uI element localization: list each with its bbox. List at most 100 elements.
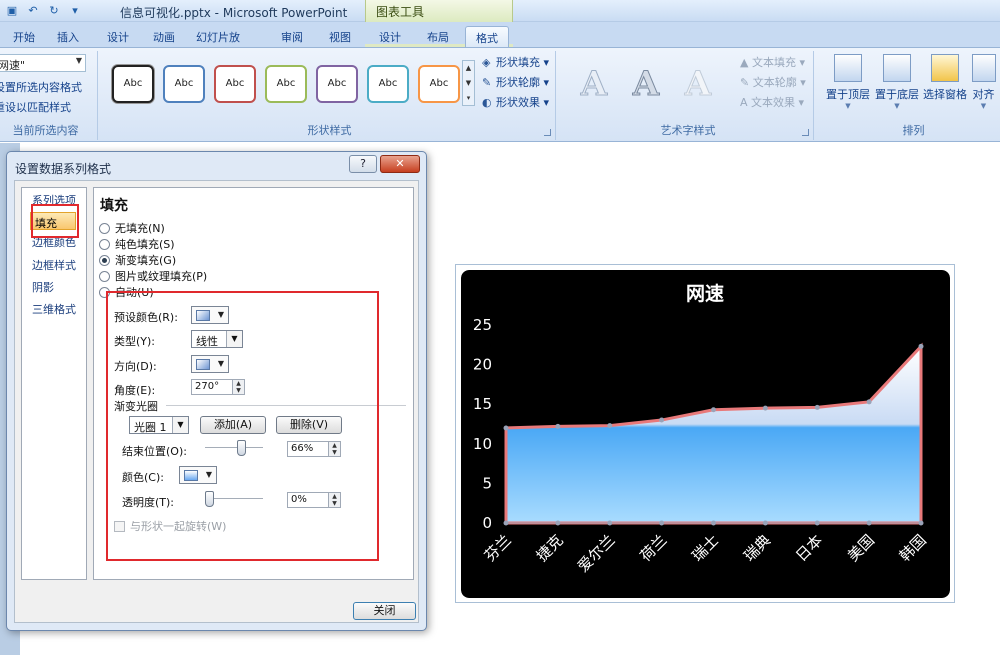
- text-fill-icon: ▲: [740, 56, 752, 69]
- shape-style-swatch[interactable]: Abc: [214, 65, 256, 103]
- shape-outline-label: 形状轮廓: [496, 76, 540, 89]
- help-button[interactable]: ?: [349, 155, 377, 173]
- highlight-nav-fill: [31, 204, 79, 238]
- save-icon[interactable]: ▣: [3, 2, 21, 19]
- text-fill-label: 文本填充: [751, 56, 796, 69]
- x-tick-mark: [814, 520, 820, 526]
- quick-access-toolbar: ▣ ↶ ↻ ▾: [3, 2, 84, 19]
- radio-icon[interactable]: [99, 255, 110, 266]
- fill-option-label: 纯色填充(S): [115, 238, 175, 251]
- chevron-down-icon: ▼: [894, 102, 900, 110]
- text-outline-label: 文本轮廓: [752, 76, 797, 89]
- fill-option-label: 无填充(N): [115, 222, 165, 235]
- send-to-back-label: 置于底层: [875, 88, 919, 101]
- context-tab-group-label: 图表工具: [376, 5, 425, 19]
- dialog-close-x-button[interactable]: ✕: [380, 155, 420, 173]
- x-tick-mark: [503, 520, 509, 526]
- data-point: [918, 343, 924, 349]
- fill-option-0[interactable]: 无填充(N): [99, 220, 165, 236]
- radio-icon[interactable]: [99, 271, 110, 282]
- tab-6[interactable]: 视图: [318, 26, 362, 48]
- text-effects-label: 文本效果: [751, 96, 796, 109]
- wordart-style-3[interactable]: A: [674, 62, 722, 108]
- fill-option-2[interactable]: 渐变填充(G): [99, 252, 176, 268]
- undo-icon[interactable]: ↶: [24, 2, 42, 19]
- ribbon: 网速" ▼ 设置所选内容格式 重设以匹配样式 当前所选内容 Abc Abc Abc Ab…: [0, 47, 1000, 142]
- send-to-back-button[interactable]: 置于底层 ▼: [872, 54, 922, 110]
- chevron-down-icon: ▼: [980, 102, 987, 110]
- tab-1[interactable]: 插入: [46, 26, 90, 48]
- nav-item-3[interactable]: 边框样式: [32, 257, 76, 273]
- style-gallery-scroll[interactable]: ▲ ▼ ▾: [462, 60, 475, 106]
- fill-option-3[interactable]: 图片或纹理填充(P): [99, 268, 207, 284]
- selection-pane-icon: [931, 54, 959, 82]
- dialog-body: 系列选项 填充 边框颜色 边框样式 阴影 三维格式 填充 无填充(N) 纯色填充(S) 渐变填…: [14, 180, 419, 623]
- customize-qat-icon[interactable]: ▾: [66, 2, 84, 19]
- radio-icon[interactable]: [99, 223, 110, 234]
- reset-style-link[interactable]: 重设以匹配样式: [0, 99, 71, 115]
- shape-outline-button[interactable]: ✎ 形状轮廓 ▾: [482, 74, 549, 90]
- redo-icon[interactable]: ↻: [45, 2, 63, 19]
- format-selection-link[interactable]: 设置所选内容格式: [0, 79, 82, 95]
- data-point: [503, 425, 509, 431]
- y-tick-label: 20: [473, 356, 492, 374]
- align-button[interactable]: 对齐 ▼: [967, 54, 1000, 110]
- selection-pane-button[interactable]: 选择窗格: [920, 54, 970, 102]
- group-label-shape-styles: 形状样式: [307, 124, 352, 137]
- dialog-launcher-icon[interactable]: [544, 129, 551, 136]
- shape-style-swatch[interactable]: Abc: [112, 65, 154, 103]
- shape-fill-button[interactable]: ◈ 形状填充 ▾: [482, 54, 549, 70]
- close-icon: ✕: [395, 157, 405, 170]
- group-current-selection: 网速" ▼ 设置所选内容格式 重设以匹配样式 当前所选内容: [0, 51, 98, 140]
- tab-9[interactable]: 格式: [465, 26, 509, 48]
- shape-fill-label: 形状填充: [496, 56, 540, 69]
- x-tick-mark: [711, 520, 716, 526]
- close-button[interactable]: 关闭: [353, 602, 416, 620]
- chart-elements-combo[interactable]: 网速" ▼: [0, 54, 86, 72]
- radio-icon[interactable]: [99, 239, 110, 250]
- wordart-style-1[interactable]: A: [570, 62, 618, 108]
- bring-front-icon: [834, 54, 862, 82]
- bring-to-front-button[interactable]: 置于顶层 ▼: [823, 54, 873, 110]
- text-fill-button: ▲ 文本填充 ▾: [740, 56, 805, 69]
- chevron-down-icon: ▼: [75, 56, 82, 65]
- shape-style-swatch[interactable]: Abc: [418, 65, 460, 103]
- highlight-gradient-settings: [106, 291, 379, 561]
- wordart-style-2[interactable]: A: [622, 62, 670, 108]
- shape-style-swatch[interactable]: Abc: [163, 65, 205, 103]
- y-tick-label: 0: [482, 514, 492, 532]
- shape-effects-label: 形状效果: [496, 96, 540, 109]
- chevron-down-icon: ▼: [845, 102, 851, 110]
- chart-title: 网速: [686, 282, 724, 305]
- context-tab-group: 图表工具: [365, 0, 513, 22]
- fill-option-label: 渐变填充(G): [115, 254, 177, 267]
- tab-2[interactable]: 设计: [96, 26, 140, 48]
- fill-option-1[interactable]: 纯色填充(S): [99, 236, 175, 252]
- ribbon-tabs: 开始插入设计动画幻灯片放映审阅视图设计布局格式: [0, 22, 1000, 70]
- tab-8[interactable]: 布局: [416, 26, 460, 48]
- shape-style-swatch[interactable]: Abc: [265, 65, 307, 103]
- tab-0[interactable]: 开始: [2, 26, 46, 48]
- title-bar: ▣ ↶ ↻ ▾ 信息可视化.pptx - Microsoft PowerPoin…: [0, 0, 1000, 22]
- dialog-title: 设置数据系列格式: [15, 162, 112, 176]
- selection-pane-label: 选择窗格: [923, 88, 967, 101]
- shape-effects-button[interactable]: ◐ 形状效果 ▾: [482, 94, 549, 110]
- data-point: [711, 407, 716, 413]
- tab-4[interactable]: 幻灯片放映: [196, 26, 240, 60]
- y-tick-label: 15: [473, 395, 492, 413]
- nav-item-5[interactable]: 三维格式: [32, 301, 76, 317]
- tab-7[interactable]: 设计: [368, 26, 412, 48]
- text-outline-button: ✎ 文本轮廓 ▾: [740, 76, 806, 89]
- y-tick-label: 10: [473, 435, 492, 453]
- area-chart[interactable]: 网速 0510152025芬兰 捷克 爱尔兰 荷兰 瑞士 瑞典 日本 美国 韩国: [461, 270, 950, 598]
- tab-3[interactable]: 动画: [142, 26, 186, 48]
- window-title: 信息可视化.pptx - Microsoft PowerPoint: [120, 6, 348, 20]
- dialog-launcher-icon[interactable]: [802, 129, 809, 136]
- data-point: [659, 417, 665, 423]
- data-point: [762, 405, 768, 411]
- paint-bucket-icon: ◈: [482, 56, 491, 69]
- nav-item-4[interactable]: 阴影: [32, 279, 54, 295]
- tab-5[interactable]: 审阅: [270, 26, 314, 48]
- shape-style-swatch[interactable]: Abc: [316, 65, 358, 103]
- shape-style-swatch[interactable]: Abc: [367, 65, 409, 103]
